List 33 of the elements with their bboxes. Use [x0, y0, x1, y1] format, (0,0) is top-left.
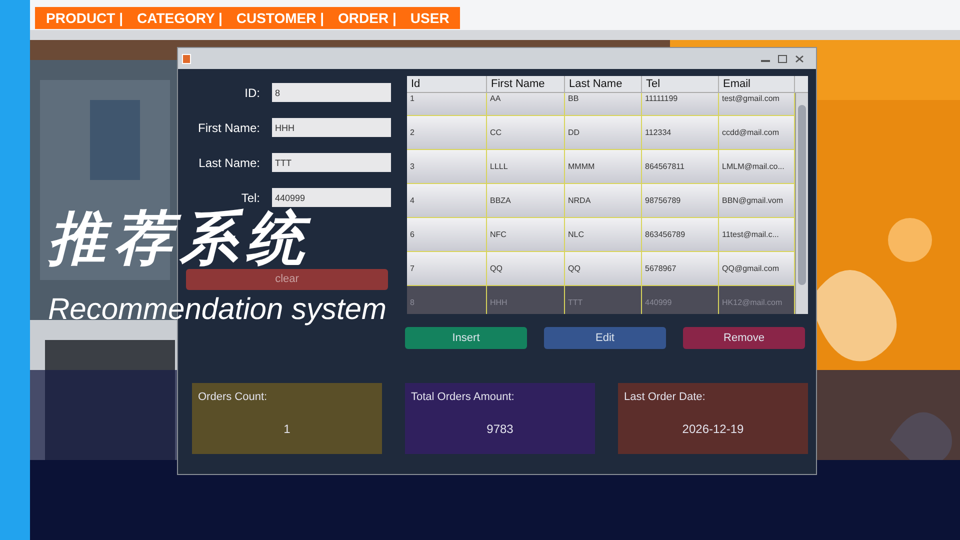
field-label: Tel:: [240, 190, 260, 206]
table-row[interactable]: 2 CC DD 112334 ccdd@mail.com: [407, 116, 795, 150]
table-cell: TTT: [565, 286, 642, 314]
stat-value: 1: [282, 420, 292, 438]
close-icon[interactable]: [795, 54, 804, 62]
stat-value: 2026-12-19: [681, 420, 745, 438]
field-label: Last Name:: [198, 154, 260, 172]
overlay-subtitle: Recommendation system: [48, 294, 386, 325]
table-row[interactable]: 3 LLLL MMMM 864567811 LMLM@mail.co...: [407, 150, 795, 184]
table-row[interactable]: 4 BBZA NRDA 98756789 BBN@gmail.vom: [407, 184, 795, 218]
table-row[interactable]: 7 QQ QQ 5678967 QQ@gmail.com: [407, 252, 795, 286]
maximize-icon[interactable]: [778, 54, 787, 62]
action-button[interactable]: Remove: [683, 327, 805, 349]
input-field[interactable]: 8: [272, 83, 391, 102]
action-button[interactable]: Insert: [405, 327, 527, 349]
table-row[interactable]: 1 AA BB 11111199 test@gmail.com: [407, 93, 795, 116]
table-cell: HHH: [487, 286, 565, 314]
input-field[interactable]: TTT: [272, 153, 391, 172]
app-icon: [182, 54, 191, 64]
field-label: First Name:: [196, 120, 260, 136]
table-cell: 8: [407, 286, 487, 314]
scrollbar[interactable]: [795, 93, 808, 314]
action-button[interactable]: Edit: [544, 327, 666, 349]
input-field[interactable]: 440999: [272, 188, 391, 207]
table-row[interactable]: 6 NFC NLC 863456789 11test@mail.c...: [407, 218, 795, 252]
table-cell: 440999: [642, 286, 719, 314]
stat-label: Orders Count:: [198, 390, 268, 405]
stat-value: 9783: [486, 420, 514, 438]
stat-label: Last Order Date:: [624, 390, 706, 405]
input-field[interactable]: HHH: [272, 118, 391, 137]
field-label: ID:: [244, 84, 260, 102]
minimize-icon[interactable]: [761, 60, 770, 62]
stat-label: Total Orders Amount:: [411, 390, 516, 405]
